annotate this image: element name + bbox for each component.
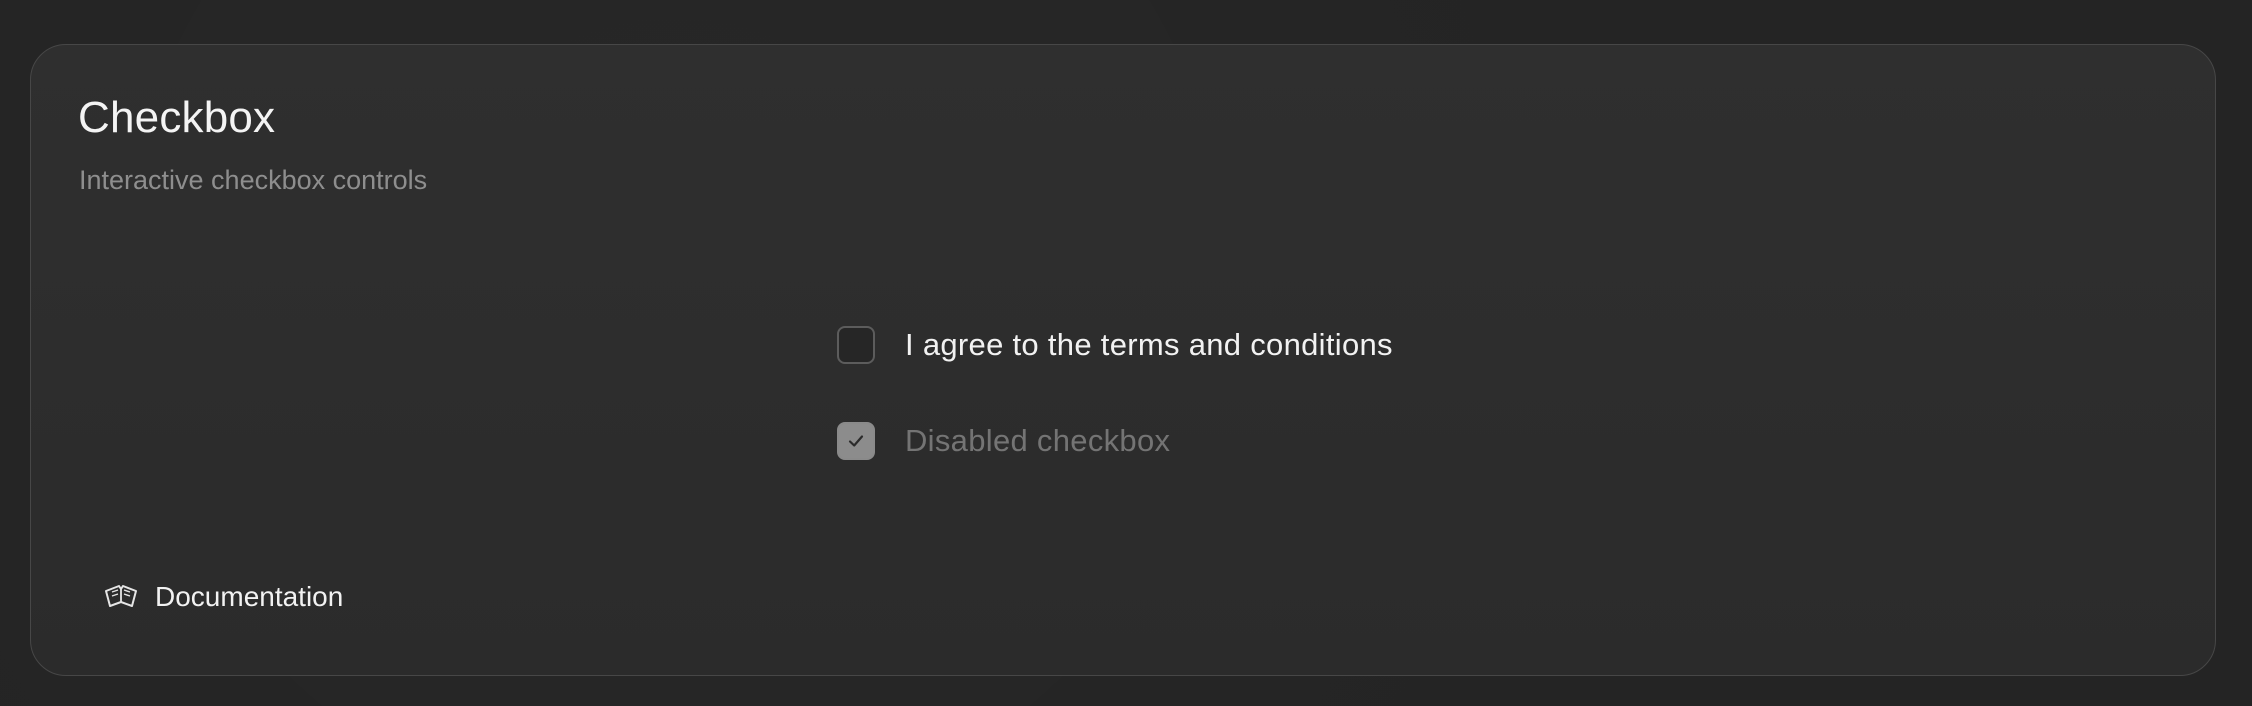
terms-checkbox-option[interactable]: I agree to the terms and conditions [837,325,1393,365]
checkbox-group: I agree to the terms and conditions Disa… [837,325,1393,517]
check-icon [848,435,864,447]
disabled-checkbox-label: Disabled checkbox [905,423,1171,458]
card-title: Checkbox [78,93,276,142]
terms-checkbox[interactable] [837,326,875,364]
documentation-link[interactable]: Documentation [103,581,343,613]
book-open-icon [103,581,139,613]
documentation-label[interactable]: Documentation [155,581,343,613]
disabled-checkbox [837,422,875,460]
card-subtitle: Interactive checkbox controls [79,165,428,195]
checkbox-card: Checkbox Interactive checkbox controls I… [30,44,2216,676]
disabled-checkbox-option: Disabled checkbox [837,421,1393,461]
terms-checkbox-label[interactable]: I agree to the terms and conditions [905,327,1393,363]
